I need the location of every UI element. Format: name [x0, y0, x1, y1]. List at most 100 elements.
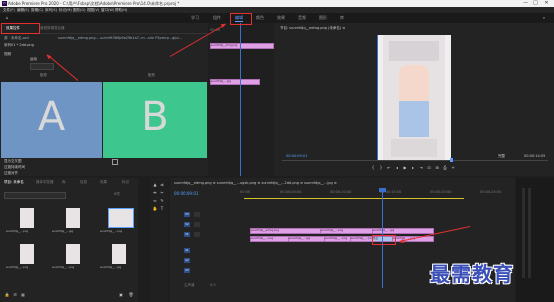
timeline-tabs[interactable]: sunmfdjq__edmg.png ≡ sunmfdjq__...ugxk.p… [174, 181, 337, 185]
track-v3[interactable]: V3 [184, 212, 190, 217]
hand-tool-icon[interactable]: ✋ [152, 206, 158, 212]
transition-preview-b: B [103, 82, 207, 158]
program-video-frame [377, 35, 451, 161]
project-thumb-4[interactable] [20, 244, 34, 264]
ruler-tick-4: 00:00:20:00 [430, 190, 452, 194]
label-a-caption: 矩形 [40, 73, 47, 77]
icon-view-icon[interactable]: ▦ [20, 292, 26, 297]
project-search-input[interactable] [4, 192, 66, 199]
ruler-tick-2: 00:00:10:00 [330, 190, 352, 194]
clip-v2-1[interactable]: sunmfdjq__edmg.png [250, 228, 322, 234]
list-view-icon[interactable]: ☰ [12, 292, 18, 297]
project-thumb-6[interactable] [112, 244, 126, 264]
search-icon[interactable]: ⌕ [541, 15, 547, 20]
project-thumb-5[interactable] [66, 244, 80, 264]
playhead-handle[interactable] [379, 188, 386, 192]
monitor-guide-left [377, 35, 378, 161]
program-scrubber[interactable] [282, 160, 548, 161]
annotation-box-effect-controls [1, 23, 40, 34]
track-a1[interactable]: A1 [184, 248, 190, 253]
ruler-tick-1: 00:00:05:00 [280, 190, 302, 194]
home-icon[interactable]: ⌂ [4, 15, 10, 20]
workspace-audio[interactable]: 音频 [298, 13, 306, 23]
mark-out-icon[interactable]: } [378, 165, 384, 171]
workspace-libraries[interactable]: 库 [340, 13, 344, 23]
pen-tool-icon[interactable]: ✎ [159, 198, 165, 204]
clip-v2-2[interactable]: sunmfdjq__...png [320, 228, 374, 234]
project-thumb-3[interactable] [108, 208, 134, 228]
step-forward-icon[interactable]: ▸ [410, 165, 416, 171]
tab-media-browser[interactable]: 媒体浏览器 [36, 180, 54, 185]
tab-info[interactable]: 信息 [80, 180, 87, 185]
export-frame-icon[interactable]: ⎙ [442, 165, 448, 171]
mini-playhead[interactable] [240, 23, 241, 176]
master-track-value[interactable]: 0.0 [210, 283, 216, 287]
mark-in-icon[interactable]: { [370, 165, 376, 171]
track-lock-v3[interactable] [194, 212, 200, 217]
track-a2[interactable]: A2 [184, 258, 190, 263]
button-editor-icon[interactable]: + [450, 165, 456, 171]
tools-panel: ▲ ⇉ ⇹ ✂ ⇔ ✎ ✋ T [150, 178, 168, 302]
effect-dropdown[interactable] [30, 63, 54, 70]
lock-icon[interactable]: 🔒 [4, 292, 10, 297]
insert-icon[interactable]: ⊡ [426, 165, 432, 171]
workspace-color[interactable]: 颜色 [256, 13, 264, 23]
close-button[interactable]: ✕ [542, 0, 551, 7]
type-tool-icon[interactable]: T [159, 206, 165, 212]
minimize-button[interactable]: — [521, 0, 530, 7]
video-jeans [399, 101, 429, 137]
video-content [383, 35, 445, 161]
tab-project[interactable]: 项目: 未命名 [4, 180, 24, 185]
clip-v1-1[interactable]: sunmfdjq__...png [250, 236, 290, 242]
slip-tool-icon[interactable]: ⇔ [152, 198, 158, 204]
tab-markers[interactable]: 标记 [122, 180, 129, 185]
timeline-timecode[interactable]: 00:00:09:01 [174, 191, 198, 196]
tab-libraries[interactable]: 库 [62, 180, 66, 185]
go-to-out-icon[interactable]: ⇥ [418, 165, 424, 171]
workspace-assembly[interactable]: 组件 [213, 13, 221, 23]
play-icon[interactable]: ▶ [402, 165, 408, 171]
program-title[interactable]: 节目: sunmfdjq__edmg.png (未命名) ≡ [280, 26, 345, 31]
project-thumb-2[interactable] [66, 208, 80, 228]
clip-v1-2[interactable]: sunmfdjq__...jpg [288, 236, 326, 242]
overwrite-icon[interactable]: ⊞ [434, 165, 440, 171]
clip-name: sunmfdjq__edmg.png... uuim9t38lfp9a29b1a… [58, 36, 182, 40]
step-back-icon[interactable]: ◂ [394, 165, 400, 171]
effect-motion-label[interactable]: 运动 [30, 57, 37, 62]
tab-audio-mixer[interactable]: 音频剪辑混合器 [40, 26, 65, 31]
track-lock-v1[interactable] [194, 232, 200, 237]
workspace-bar: ⌂ 学习 组件 编辑 颜色 效果 音频 图形 库 ⌕ [0, 13, 554, 23]
razor-tool-icon[interactable]: ✂ [159, 190, 165, 196]
clip-v1-3[interactable]: sunmfdjq__...png [324, 236, 352, 242]
track-a3[interactable]: A3 [184, 268, 190, 273]
track-lock-v2[interactable] [194, 222, 200, 227]
new-item-icon[interactable]: ▣ [118, 292, 124, 297]
workspace-effects[interactable]: 效果 [277, 13, 285, 23]
project-caption-6: sunmfdjq__...jpg [100, 266, 122, 269]
project-thumb-1[interactable] [20, 208, 34, 228]
trash-icon[interactable]: 🗑 [128, 292, 134, 297]
label-b-caption: 矩形 [148, 73, 155, 77]
effect-video-label: 视频 [4, 52, 11, 56]
mini-clip-bottom[interactable]: sunmfdjq_...jpg [210, 79, 260, 85]
ripple-edit-icon[interactable]: ⇹ [152, 190, 158, 196]
selection-tool-icon[interactable]: ▲ [152, 182, 158, 188]
show-cross-checkbox[interactable] [112, 159, 118, 165]
track-v2[interactable]: V2 [184, 222, 190, 227]
work-area-bar[interactable] [244, 198, 464, 199]
mini-clip-top[interactable]: sunmfdjq__dmg.png [210, 43, 274, 49]
program-monitor-panel: 节目: sunmfdjq__edmg.png (未命名) ≡ 00:00:09:… [274, 23, 554, 176]
clip-v1-4[interactable]: sunmfdjq__...png [350, 236, 374, 242]
program-playhead[interactable] [450, 158, 453, 162]
workspace-graphics[interactable]: 图形 [319, 13, 327, 23]
track-v1[interactable]: V1 [184, 232, 190, 237]
tab-effects[interactable]: 效果 [100, 180, 107, 185]
workspace-learn[interactable]: 学习 [191, 13, 199, 23]
premiere-logo-icon: Pr [2, 1, 7, 6]
track-select-icon[interactable]: ⇉ [159, 182, 165, 188]
program-fit-select[interactable]: 完整 [498, 154, 505, 159]
program-timecode[interactable]: 00:00:09:01 [286, 154, 307, 158]
maximize-button[interactable]: □ [531, 0, 540, 7]
go-to-in-icon[interactable]: ⇤ [386, 165, 392, 171]
alignment-row: 过渡对齐 [4, 171, 18, 175]
